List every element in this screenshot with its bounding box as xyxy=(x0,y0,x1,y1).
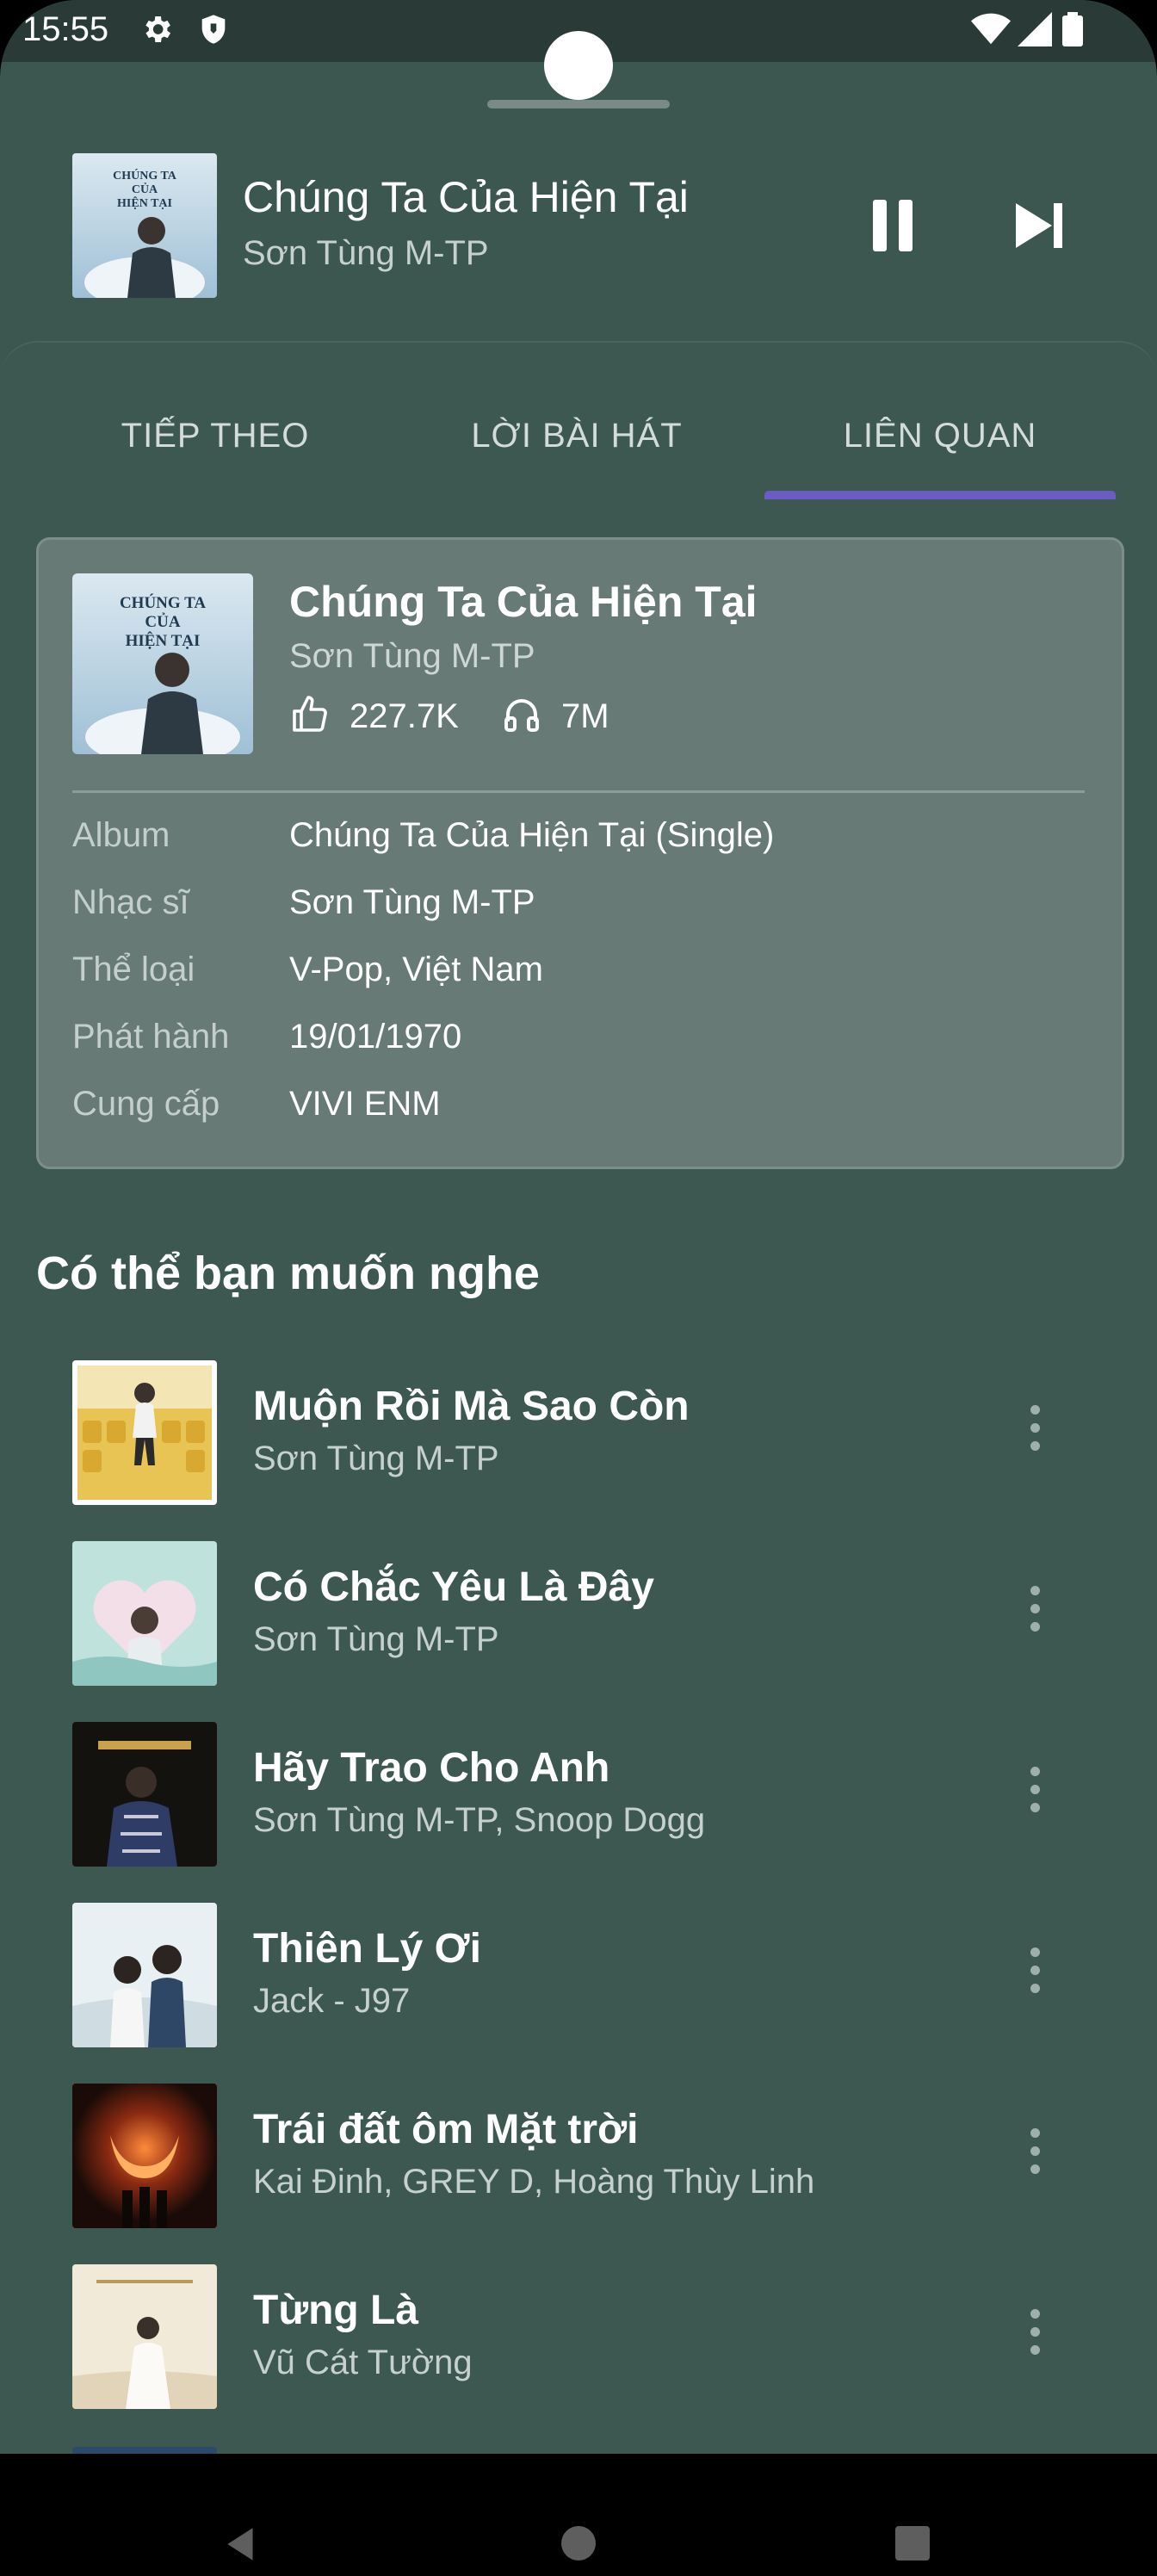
song-artist: Vũ Cát Tường xyxy=(253,2344,473,2381)
song-title: Có Chắc Yêu Là Đây xyxy=(253,1564,654,1610)
song-thumbnail xyxy=(72,1903,217,2047)
meta-label-release: Phát hành xyxy=(72,1018,230,1056)
meta-label-provider: Cung cấp xyxy=(72,1085,220,1123)
listens-count: 7M xyxy=(561,697,609,735)
skip-next-icon[interactable] xyxy=(1005,191,1074,260)
svg-text:CHÚNG TA: CHÚNG TA xyxy=(113,168,177,183)
thumbs-up-icon xyxy=(293,696,327,732)
shield-icon xyxy=(201,15,226,44)
more-options-icon[interactable] xyxy=(1019,1767,1050,1822)
tab-related[interactable]: LIÊN QUAN xyxy=(759,417,1121,455)
meta-label-genre: Thể loại xyxy=(72,951,195,988)
more-options-icon[interactable] xyxy=(1019,2128,1050,2183)
meta-value-album[interactable]: Chúng Ta Của Hiện Tại (Single) xyxy=(289,816,774,855)
song-title: Từng Là xyxy=(253,2288,419,2333)
more-options-icon[interactable] xyxy=(1019,1586,1050,1641)
signal-icon xyxy=(1018,12,1052,46)
song-info-art-image: CHÚNG TA CỦA HIỆN TẠI xyxy=(72,573,253,754)
drag-handle[interactable] xyxy=(487,100,670,108)
song-info-title: Chúng Ta Của Hiện Tại xyxy=(289,578,758,626)
song-artist: Sơn Tùng M-TP xyxy=(253,1440,499,1477)
meta-label-album: Album xyxy=(72,816,170,854)
recents-icon[interactable] xyxy=(892,2523,933,2564)
now-playing-artist[interactable]: Sơn Tùng M-TP xyxy=(243,234,489,273)
more-options-icon[interactable] xyxy=(1019,2309,1050,2364)
song-title: Trái đất ôm Mặt trời xyxy=(253,2107,639,2152)
battery-icon xyxy=(1062,12,1083,46)
suggested-song-row[interactable]: Hãy Trao Cho Anh Sơn Tùng M-TP, Snoop Do… xyxy=(0,1722,1157,1894)
svg-text:CHÚNG TA: CHÚNG TA xyxy=(120,593,206,612)
song-thumbnail xyxy=(72,2264,217,2409)
tab-indicator xyxy=(764,491,1116,499)
more-options-icon[interactable] xyxy=(1019,1405,1050,1460)
tab-lyrics[interactable]: LỜI BÀI HÁT xyxy=(396,417,758,455)
now-playing-art-image: CHÚNG TA CỦA HIỆN TẠI xyxy=(72,153,217,298)
song-art-image xyxy=(72,1903,217,2047)
pause-icon[interactable] xyxy=(861,191,930,260)
screen: 15:55 CHÚNG TA CỦA HIỆN TẠI Chúng Ta Của… xyxy=(0,0,1157,2576)
svg-text:CỦA: CỦA xyxy=(145,612,180,631)
song-title: Muộn Rồi Mà Sao Còn xyxy=(253,1384,690,1429)
meta-value-composer: Sơn Tùng M-TP xyxy=(289,883,535,921)
song-thumbnail xyxy=(72,1360,217,1505)
gear-icon xyxy=(145,16,170,42)
song-art-image xyxy=(72,2264,217,2409)
song-artist: Kai Đinh, GREY D, Hoàng Thùy Linh xyxy=(253,2163,815,2201)
song-title: Thiên Lý Ơi xyxy=(253,1926,481,1972)
song-art-image xyxy=(72,2084,217,2228)
song-info-album-art: CHÚNG TA CỦA HIỆN TẠI xyxy=(72,573,253,754)
song-title: Hãy Trao Cho Anh xyxy=(253,1745,610,1791)
song-artist: Sơn Tùng M-TP xyxy=(253,1620,499,1658)
likes-count: 227.7K xyxy=(350,697,459,735)
song-artist: Jack - J97 xyxy=(253,1982,411,2020)
suggested-song-row[interactable]: Có Chắc Yêu Là Đây Sơn Tùng M-TP xyxy=(0,1541,1157,1713)
song-art-image xyxy=(72,1722,217,1867)
meta-value-release: 19/01/1970 xyxy=(289,1018,462,1056)
svg-text:CỦA: CỦA xyxy=(132,182,158,196)
suggested-song-row[interactable]: Trái đất ôm Mặt trời Kai Đinh, GREY D, H… xyxy=(0,2084,1157,2256)
suggestions-heading: Có thể bạn muốn nghe xyxy=(36,1248,540,1299)
song-info-artist[interactable]: Sơn Tùng M-TP xyxy=(289,637,535,676)
card-divider xyxy=(72,790,1085,793)
meta-value-genre: V-Pop, Việt Nam xyxy=(289,951,543,988)
wifi-icon xyxy=(971,13,1011,45)
headphones-icon xyxy=(504,699,539,732)
now-playing-album-art[interactable]: CHÚNG TA CỦA HIỆN TẠI xyxy=(72,153,217,298)
tab-up-next[interactable]: TIẾP THEO xyxy=(34,417,396,455)
song-thumbnail xyxy=(72,1722,217,1867)
meta-value-provider: VIVI ENM xyxy=(289,1085,441,1123)
song-art-image xyxy=(72,1360,217,1505)
notch-dot xyxy=(544,31,613,100)
now-playing-title[interactable]: Chúng Ta Của Hiện Tại xyxy=(243,172,689,222)
more-options-icon[interactable] xyxy=(1019,1947,1050,2003)
suggested-song-row[interactable]: Muộn Rồi Mà Sao Còn Sơn Tùng M-TP xyxy=(0,1360,1157,1533)
svg-text:HIỆN TẠI: HIỆN TẠI xyxy=(126,631,201,650)
home-icon[interactable] xyxy=(558,2523,599,2564)
suggested-song-row[interactable]: Thiên Lý Ơi Jack - J97 xyxy=(0,1903,1157,2075)
song-artist: Sơn Tùng M-TP, Snoop Dogg xyxy=(253,1801,706,1839)
back-icon[interactable] xyxy=(220,2523,263,2566)
song-thumbnail xyxy=(72,2084,217,2228)
song-art-image xyxy=(72,1541,217,1686)
svg-text:HIỆN TẠI: HIỆN TẠI xyxy=(117,195,172,210)
suggested-song-row[interactable]: Từng Là Vũ Cát Tường xyxy=(0,2264,1157,2437)
meta-label-composer: Nhạc sĩ xyxy=(72,883,189,921)
song-thumbnail xyxy=(72,1541,217,1686)
status-time: 15:55 xyxy=(22,10,109,48)
